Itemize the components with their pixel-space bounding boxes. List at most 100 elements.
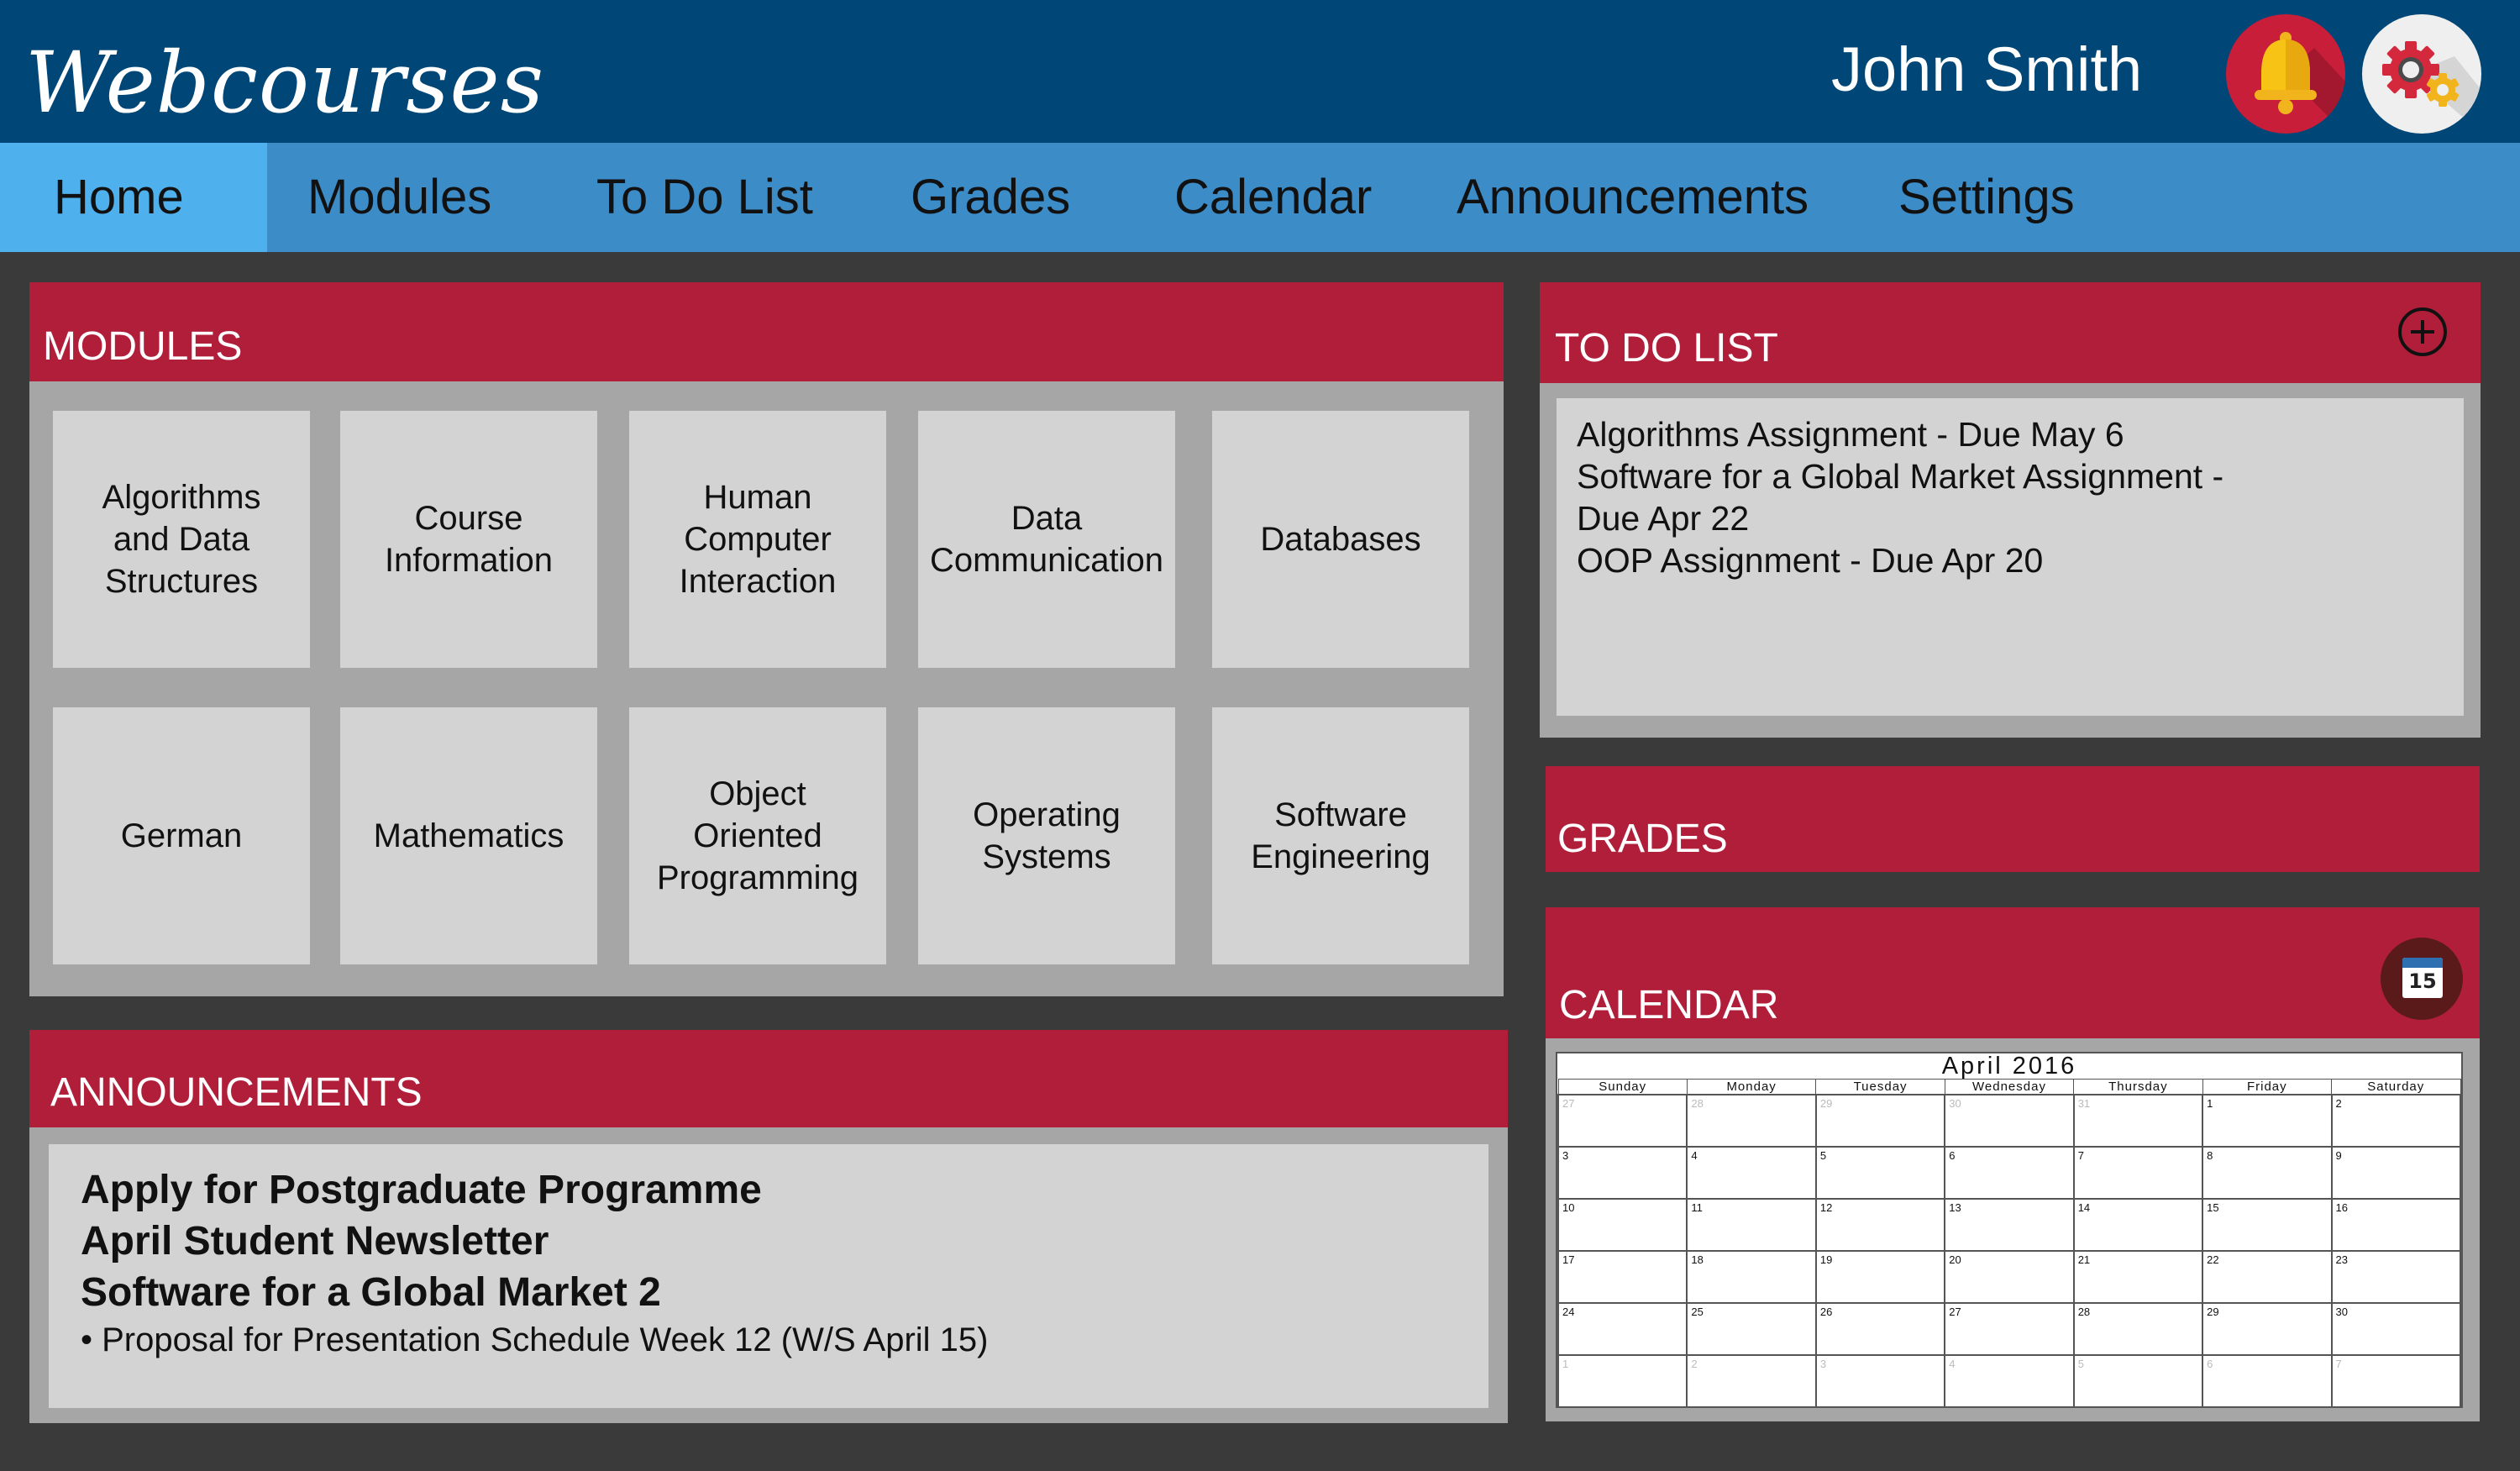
grades-header: GRADES [1546,766,2480,872]
calendar-day[interactable]: 5 [2072,1354,2204,1408]
notifications-button[interactable] [2226,14,2345,134]
tab-announcements[interactable]: Announcements [1448,143,1817,252]
calendar-icon[interactable]: 15 [2381,938,2463,1020]
calendar-day[interactable]: 29 [2202,1302,2333,1356]
calendar-day[interactable]: 28 [1686,1094,1817,1148]
calendar-day[interactable]: 17 [1557,1250,1688,1304]
calendar-icon-day: 15 [2408,969,2437,993]
calendar-day[interactable]: 16 [2330,1198,2462,1252]
calendar-day[interactable]: 3 [1557,1146,1688,1200]
module-tile[interactable]: Course Information [340,411,597,668]
announcements-title: ANNOUNCEMENTS [50,1070,423,1115]
tab-calendar[interactable]: Calendar [1166,143,1380,252]
module-tile[interactable]: Mathematics [340,707,597,964]
calendar-day[interactable]: 14 [2072,1198,2204,1252]
module-tile[interactable]: Operating Systems [918,707,1175,964]
module-tile[interactable]: Databases [1212,411,1469,668]
modules-title: MODULES [43,324,243,369]
settings-button[interactable] [2362,14,2481,134]
announcement-item[interactable]: Software for a Global Market 2 [81,1267,1488,1318]
announcements-list: Apply for Postgraduate Programme April S… [49,1144,1488,1408]
module-tile[interactable]: Human Computer Interaction [629,411,886,668]
calendar-day[interactable]: 7 [2072,1146,2204,1200]
announcements-panel: ANNOUNCEMENTS Apply for Postgraduate Pro… [29,1030,1508,1423]
calendar-day[interactable]: 4 [1944,1354,2075,1408]
todo-list: Algorithms Assignment - Due May 6 Softwa… [1557,398,2464,716]
todo-item[interactable]: Algorithms Assignment - Due May 6 [1577,413,2464,455]
calendar-day[interactable]: 30 [1944,1094,2075,1148]
calendar-week: 17 18 19 20 21 22 23 [1557,1250,2462,1304]
calendar-day[interactable]: 19 [1814,1250,1946,1304]
todo-panel: TO DO LIST Algorithms Assignment - Due M… [1540,282,2481,738]
calendar-day[interactable]: 6 [1944,1146,2075,1200]
announcement-item[interactable]: April Student Newsletter [81,1216,1488,1267]
calendar-day[interactable]: 30 [2330,1302,2462,1356]
calendar-day[interactable]: 28 [2072,1302,2204,1356]
calendar-weekday: Monday [1686,1079,1817,1095]
calendar-day[interactable]: 2 [2330,1094,2462,1148]
calendar-week: 27 28 29 30 31 1 2 [1557,1094,2462,1148]
gear-icon [2382,41,2481,134]
grades-title: GRADES [1557,817,1728,861]
calendar-day[interactable]: 11 [1686,1198,1817,1252]
calendar-day[interactable]: 13 [1944,1198,2075,1252]
calendar-grid: Sunday Monday Tuesday Wednesday Thursday Frid… [1557,1079,2462,1408]
tab-home[interactable]: Home [0,143,267,252]
module-tile[interactable]: German [53,707,310,964]
announcement-item[interactable]: Apply for Postgraduate Programme [81,1164,1488,1216]
calendar-day[interactable]: 31 [2072,1094,2204,1148]
module-tile[interactable]: Data Communication [918,411,1175,668]
calendar-day[interactable]: 29 [1814,1094,1946,1148]
calendar-day[interactable]: 8 [2202,1146,2333,1200]
calendar-day[interactable]: 21 [2072,1250,2204,1304]
calendar-month-label: April 2016 [1941,1053,2077,1080]
module-tile[interactable]: Software Engineering [1212,707,1469,964]
calendar-day[interactable]: 23 [2330,1250,2462,1304]
top-bar: Webcourses John Smith [0,0,2520,143]
calendar-day[interactable]: 22 [2202,1250,2333,1304]
announcements-header: ANNOUNCEMENTS [29,1030,1508,1127]
calendar-day[interactable]: 24 [1557,1302,1688,1356]
todo-header: TO DO LIST [1540,282,2481,383]
tab-to-do-list[interactable]: To Do List [588,143,822,252]
todo-item[interactable]: Software for a Global Market Assignment … [1577,455,2464,497]
tab-settings[interactable]: Settings [1890,143,2083,252]
calendar-widget: April 2016 Sunday Monday Tuesday Wednesday T… [1556,1052,2463,1408]
announcement-bullet[interactable]: • Proposal for Presentation Schedule Wee… [81,1318,1488,1362]
calendar-day[interactable]: 20 [1944,1250,2075,1304]
tab-grades[interactable]: Grades [902,143,1079,252]
calendar-day[interactable]: 4 [1686,1146,1817,1200]
calendar-day[interactable]: 5 [1814,1146,1946,1200]
todo-item[interactable]: Due Apr 22 [1577,497,2464,539]
calendar-week: 1234567 [1557,1354,2462,1408]
calendar-day[interactable]: 3 [1814,1354,1946,1408]
calendar-day[interactable]: 7 [2330,1354,2462,1408]
calendar-weekday: Friday [2202,1079,2333,1095]
calendar-day[interactable]: 27 [1944,1302,2075,1356]
calendar-day[interactable]: 1 [2202,1094,2333,1148]
app-logo[interactable]: Webcourses [25,34,544,132]
calendar-weekday: Wednesday [1944,1079,2075,1095]
module-tile[interactable]: Algorithms and Data Structures [53,411,310,668]
todo-item[interactable]: OOP Assignment - Due Apr 20 [1577,539,2464,581]
calendar-day[interactable]: 12 [1814,1198,1946,1252]
calendar-day[interactable]: 25 [1686,1302,1817,1356]
user-name[interactable]: John Smith [1831,34,2142,105]
calendar-week: 10 11 12 13 14 15 16 [1557,1198,2462,1252]
calendar-day[interactable]: 1 [1557,1354,1688,1408]
plus-circle-icon[interactable] [2397,306,2449,358]
calendar-title: CALENDAR [1559,983,1779,1027]
calendar-weekday: Saturday [2331,1079,2461,1095]
calendar-day[interactable]: 26 [1814,1302,1946,1356]
calendar-day[interactable]: 18 [1686,1250,1817,1304]
calendar-day[interactable]: 10 [1557,1198,1688,1252]
grades-panel[interactable]: GRADES [1546,766,2480,872]
module-tile[interactable]: Object Oriented Programming [629,707,886,964]
calendar-day[interactable]: 15 [2202,1198,2333,1252]
tab-modules[interactable]: Modules [299,143,500,252]
main-nav: Home Modules To Do List Grades Calendar … [0,143,2520,252]
calendar-day[interactable]: 27 [1557,1094,1688,1148]
calendar-day[interactable]: 2 [1686,1354,1817,1408]
calendar-day[interactable]: 9 [2330,1146,2462,1200]
calendar-day[interactable]: 6 [2202,1354,2333,1408]
